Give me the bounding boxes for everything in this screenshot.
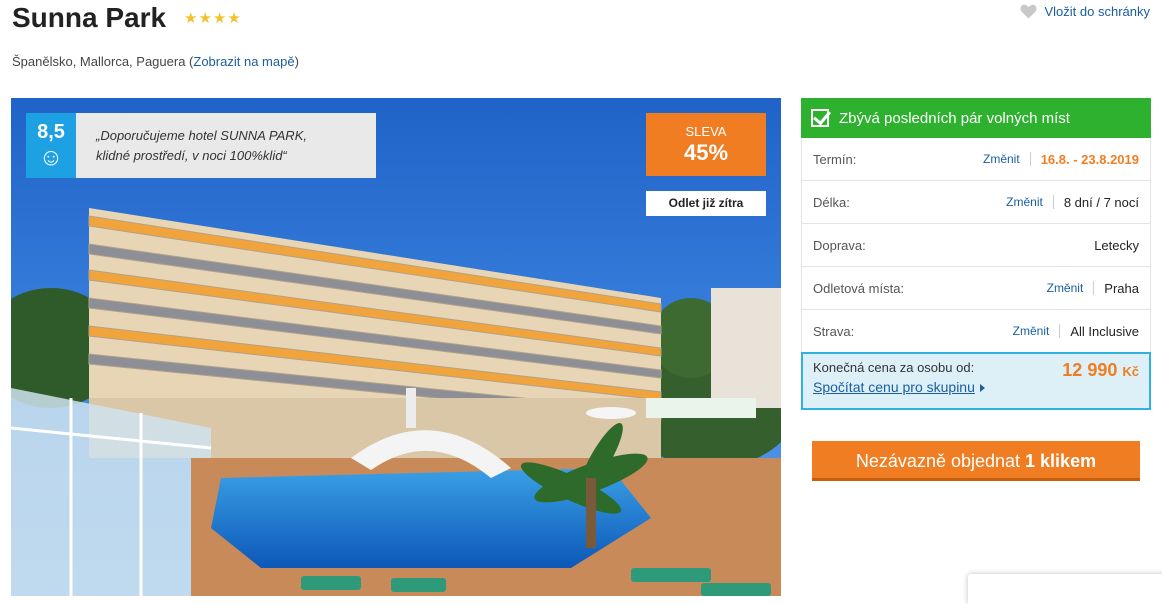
detail-row-board: Strava: Změnit All Inclusive [802, 310, 1150, 353]
availability-text: Zbývá posledních pár volných míst [839, 109, 1070, 127]
discount-badge: SLEVA 45% [646, 113, 766, 176]
departure-badge: Odlet již zítra [646, 191, 766, 216]
change-length-link[interactable]: Změnit [1006, 195, 1054, 209]
detail-label: Délka: [813, 194, 850, 210]
location-text: Španělsko, Mallorca, Paguera [12, 54, 186, 69]
heart-icon [1020, 4, 1037, 19]
transport-value: Letecky [1094, 237, 1139, 253]
price-value: 12 990 Kč [1062, 360, 1139, 381]
rating-score: 8,5 [37, 121, 65, 143]
price-currency: Kč [1122, 364, 1139, 379]
price-box: Konečná cena za osobu od: 12 990 Kč Spoč… [801, 352, 1151, 410]
discount-value: 45% [683, 140, 729, 165]
departure-value: Praha [1104, 280, 1139, 296]
detail-row-length: Délka: Změnit 8 dní / 7 nocí [802, 181, 1150, 224]
rating-score-badge: 8,5 ☺ [26, 113, 76, 178]
length-value: 8 dní / 7 nocí [1063, 194, 1139, 210]
detail-row-departure: Odletová místa: Změnit Praha [802, 267, 1150, 310]
order-button-text: Nezávazně objednat [855, 451, 1026, 471]
order-button-bold: 1 klikem [1025, 451, 1097, 471]
quote-line-1: „Doporučujeme hotel SUNNA PARK, [96, 128, 307, 143]
star-rating: ★★★★ [184, 10, 242, 27]
board-value: All Inclusive [1070, 323, 1139, 339]
floating-panel-edge [968, 574, 1162, 604]
change-departure-link[interactable]: Změnit [1047, 281, 1095, 295]
show-on-map-link[interactable]: Zobrazit na mapě [193, 54, 294, 69]
checkbox-icon [811, 109, 829, 127]
availability-banner: Zbývá posledních pár volných míst [801, 98, 1151, 138]
group-price-link[interactable]: Spočítat cenu pro skupinu [813, 379, 985, 395]
quote-line-2: klidné prostředí, v noci 100%klid“ [96, 148, 287, 163]
change-board-link[interactable]: Změnit [1013, 324, 1061, 338]
detail-row-term: Termín: Změnit 16.8. - 23.8.2019 [802, 138, 1150, 181]
booking-panel: Zbývá posledních pár volných míst Termín… [801, 98, 1151, 410]
change-term-link[interactable]: Změnit [983, 152, 1031, 166]
hotel-location: Španělsko, Mallorca, Paguera (Zobrazit n… [12, 54, 299, 69]
discount-label: SLEVA [685, 124, 727, 139]
smiley-icon: ☺ [38, 144, 64, 171]
hotel-title: Sunna Park [12, 2, 167, 33]
detail-label: Odletová místa: [813, 280, 905, 296]
group-price-label: Spočítat cenu pro skupinu [813, 379, 975, 395]
add-to-favorites-label: Vložit do schránky [1044, 4, 1151, 19]
detail-label: Doprava: [813, 237, 866, 253]
term-value: 16.8. - 23.8.2019 [1040, 151, 1139, 167]
detail-row-transport: Doprava: Letecky [802, 224, 1150, 267]
add-to-favorites-link[interactable]: Vložit do schránky [1020, 4, 1151, 19]
arrow-right-icon [979, 384, 985, 393]
detail-label: Termín: [813, 151, 857, 167]
price-amount: 12 990 [1062, 360, 1118, 380]
rating-quote: „Doporučujeme hotel SUNNA PARK, klidné p… [76, 113, 376, 178]
detail-label: Strava: [813, 323, 855, 339]
order-button[interactable]: Nezávazně objednat 1 klikem [812, 441, 1140, 481]
rating-box: 8,5 ☺ „Doporučujeme hotel SUNNA PARK, kl… [26, 113, 376, 178]
